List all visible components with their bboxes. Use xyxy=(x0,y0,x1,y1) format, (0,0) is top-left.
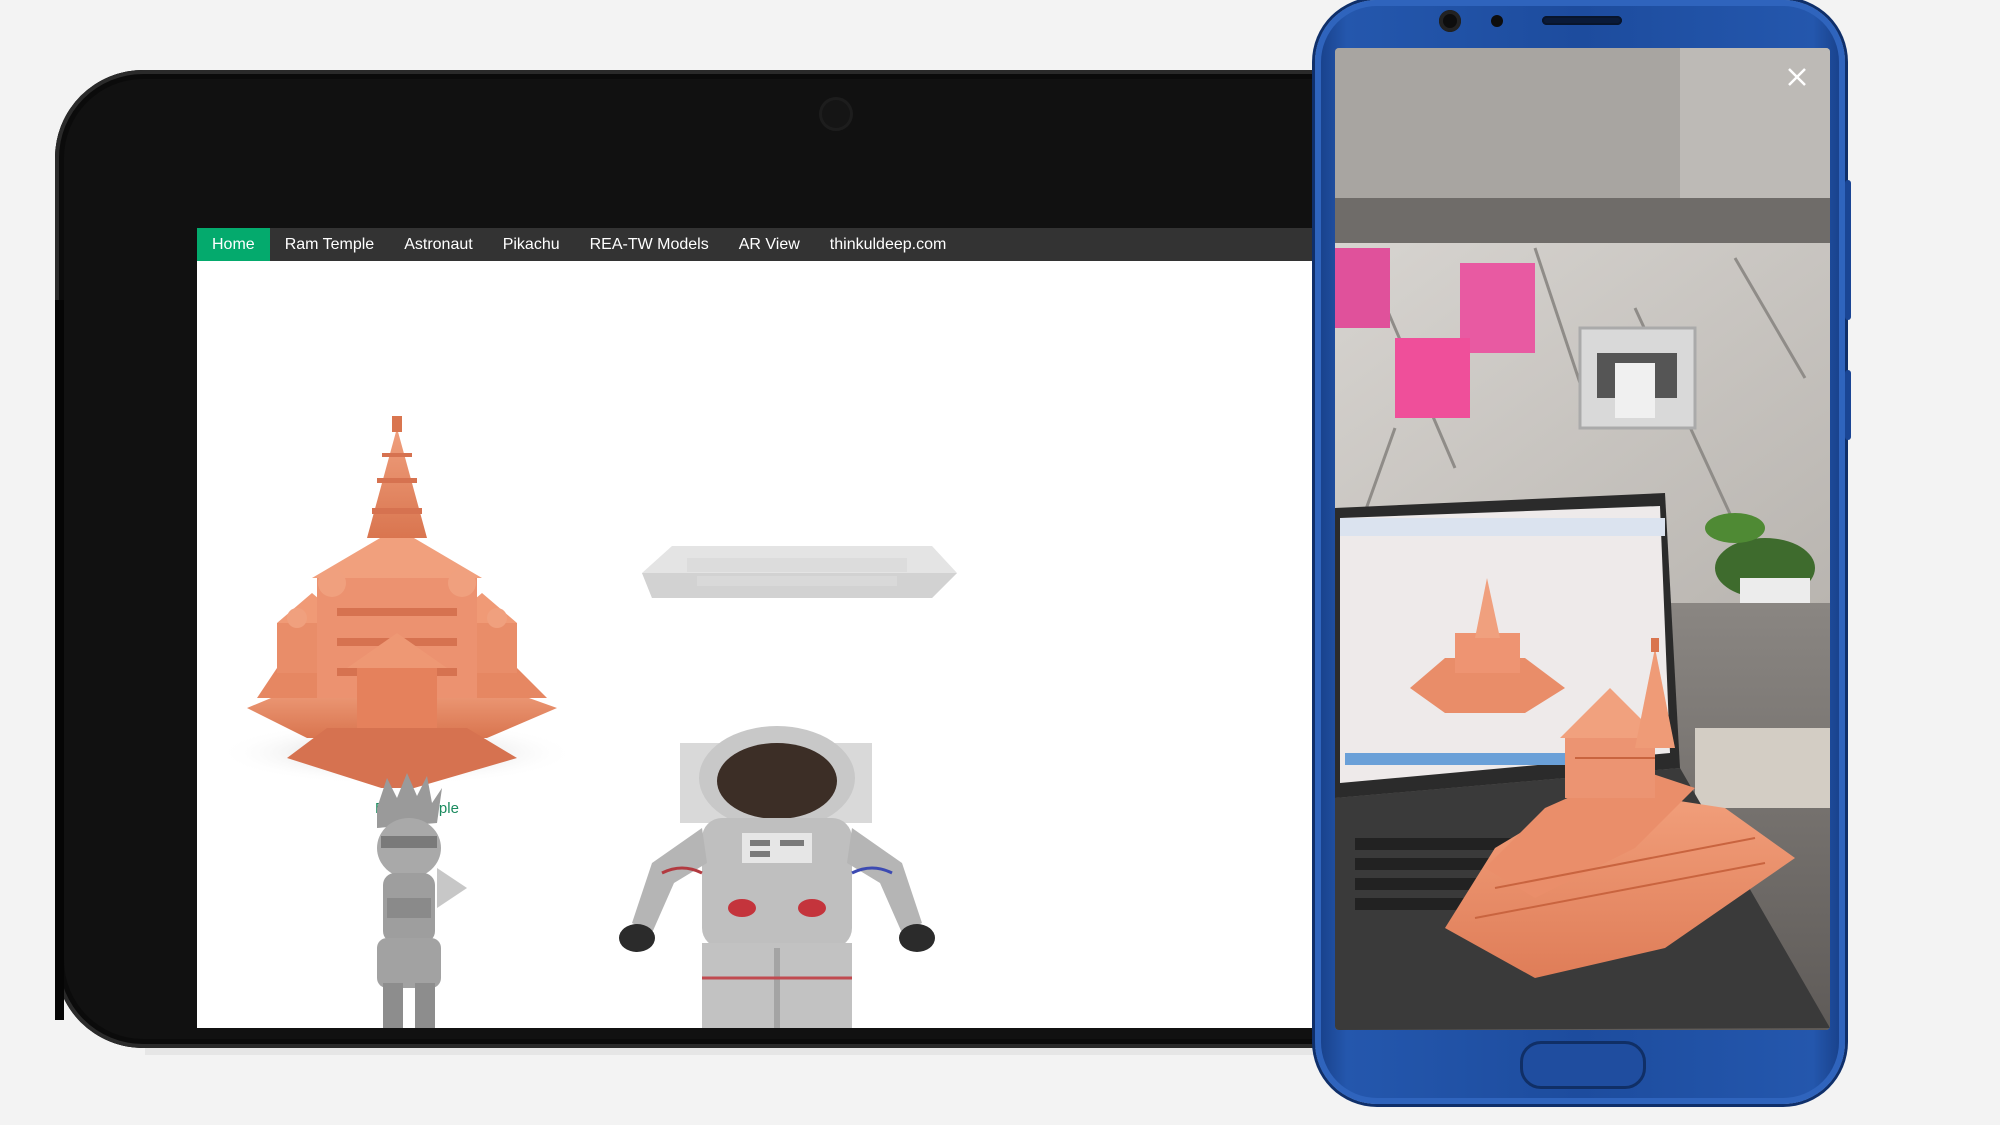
top-navigation-bar: Home Ram Temple Astronaut Pikachu REA-TW… xyxy=(197,228,1387,261)
phone-sensor xyxy=(1491,15,1503,27)
phone-speaker xyxy=(1542,16,1622,25)
nav-item-ram-temple[interactable]: Ram Temple xyxy=(270,228,390,261)
nav-item-astronaut[interactable]: Astronaut xyxy=(389,228,487,261)
laptop-device: Home Ram Temple Astronaut Pikachu REA-TW… xyxy=(55,70,1455,1048)
phone-front-camera xyxy=(1439,10,1461,32)
laptop-camera xyxy=(819,97,853,131)
phone-volume-button xyxy=(1845,370,1851,440)
temple-model[interactable] xyxy=(217,368,617,793)
nav-item-pikachu[interactable]: Pikachu xyxy=(488,228,575,261)
browser-viewport: Home Ram Temple Astronaut Pikachu REA-TW… xyxy=(197,228,1387,1028)
model-card-pikachu[interactable] xyxy=(317,768,517,1028)
model-card-astronaut[interactable] xyxy=(592,723,992,1028)
phone-power-button xyxy=(1845,180,1851,320)
phone-device xyxy=(1315,0,1851,1104)
nav-item-thinkuldeep[interactable]: thinkuldeep.com xyxy=(815,228,962,261)
ar-scene xyxy=(1335,48,1830,1030)
pikachu-model[interactable] xyxy=(317,768,517,1028)
phone-home-button xyxy=(1520,1041,1646,1089)
astronaut-model[interactable] xyxy=(592,723,992,1028)
laptop-base-edge xyxy=(145,1048,1345,1055)
nav-item-home[interactable]: Home xyxy=(197,228,270,261)
nav-item-rea-tw-models[interactable]: REA-TW Models xyxy=(575,228,724,261)
close-icon[interactable] xyxy=(1782,62,1812,92)
laptop-hinge xyxy=(55,300,64,1020)
ar-camera-view xyxy=(1335,48,1830,1030)
nav-item-ar-view[interactable]: AR View xyxy=(724,228,815,261)
